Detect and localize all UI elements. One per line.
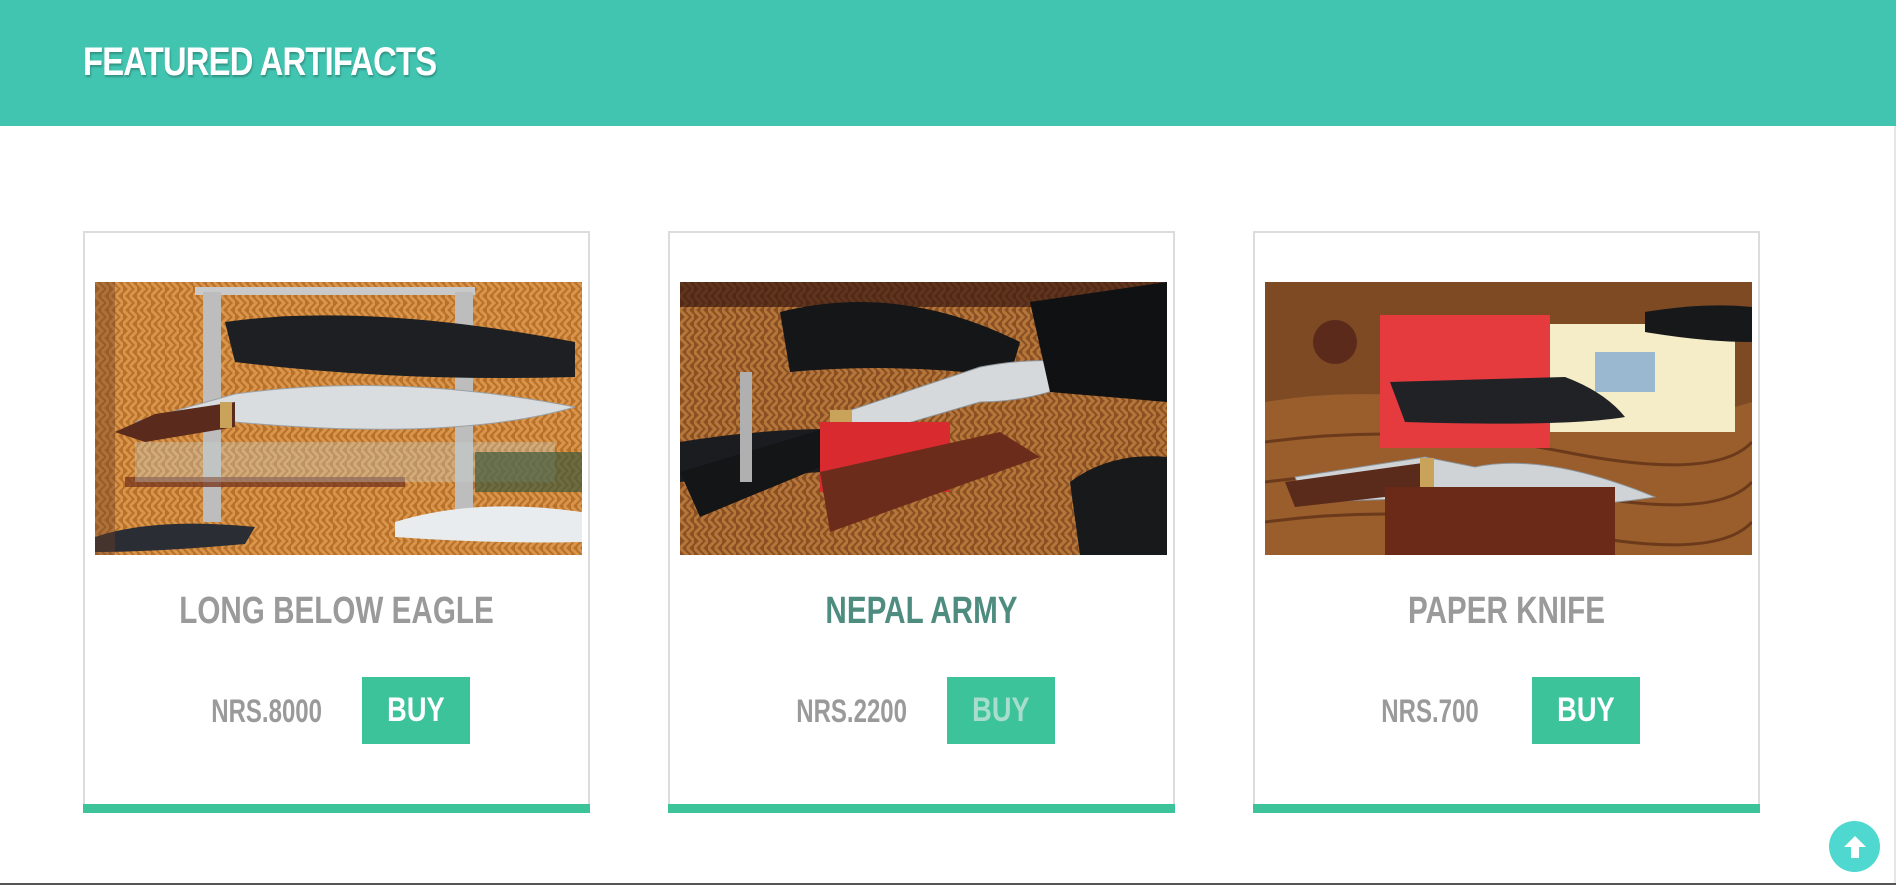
card-accent-bar: [83, 804, 590, 813]
card-accent-bar: [668, 804, 1175, 813]
buy-button-label: BUY: [387, 691, 445, 729]
product-name[interactable]: PAPER KNIFE: [1310, 590, 1702, 633]
product-price: NRS.700: [1381, 693, 1479, 729]
product-price: NRS.2200: [796, 693, 907, 729]
product-name[interactable]: NEPAL ARMY: [725, 590, 1117, 633]
card-accent-bar: [1253, 804, 1760, 813]
product-price: NRS.8000: [211, 693, 322, 729]
buy-button-label: BUY: [1557, 691, 1615, 729]
buy-button-label: BUY: [972, 691, 1030, 729]
buy-button[interactable]: BUY: [947, 677, 1055, 744]
scroll-to-top-button[interactable]: [1829, 821, 1880, 872]
product-card-paper-knife: PAPER KNIFE NRS.700 BUY: [1253, 231, 1760, 813]
buy-button[interactable]: BUY: [1532, 677, 1640, 744]
khukuri-display-photo: [680, 282, 1167, 555]
product-card-long-below-eagle: LONG BELOW EAGLE NRS.8000 BUY: [83, 231, 590, 813]
buy-button[interactable]: BUY: [362, 677, 470, 744]
product-image[interactable]: [680, 282, 1167, 555]
khukuri-display-photo: [1265, 282, 1752, 555]
product-card-nepal-army: NEPAL ARMY NRS.2200 BUY: [668, 231, 1175, 813]
product-name[interactable]: LONG BELOW EAGLE: [140, 590, 532, 633]
product-image[interactable]: [95, 282, 582, 555]
khukuri-display-photo: [95, 282, 582, 555]
product-image[interactable]: [1265, 282, 1752, 555]
page-header: FEATURED ARTIFACTS: [0, 0, 1896, 126]
arrow-up-icon: [1843, 835, 1866, 858]
page-title: FEATURED ARTIFACTS: [83, 40, 437, 84]
